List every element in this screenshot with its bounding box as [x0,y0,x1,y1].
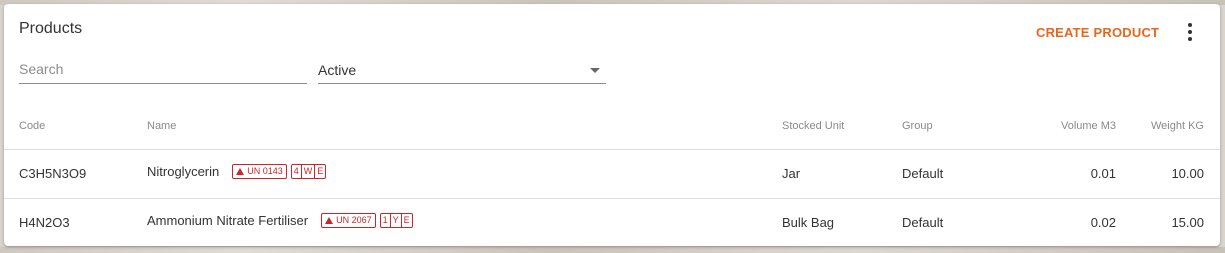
un-number-text: UN 2067 [336,215,372,225]
caret-down-icon [590,68,600,73]
hazard-code: 4 [292,165,302,178]
column-header-volume[interactable]: Volume M3 [1016,120,1116,132]
un-number-badge: UN 2067 [321,213,376,228]
un-number-badge: UN 0143 [232,164,287,179]
un-number-text: UN 0143 [247,166,283,176]
warning-icon [325,217,334,224]
status-select-value: Active [318,62,357,78]
search-input[interactable] [19,57,307,81]
cell-volume: 0.02 [1090,215,1116,230]
cell-name: Ammonium Nitrate Fertiliser UN 2067 1 Y … [147,213,413,228]
product-name: Ammonium Nitrate Fertiliser [147,213,309,228]
cell-name: Nitroglycerin UN 0143 4 W E [147,164,327,179]
cell-code: C3H5N3O9 [19,166,87,181]
hazard-code: W [302,165,316,178]
products-card: Products CREATE PRODUCT Active Code Name… [4,4,1220,246]
cell-stocked-unit: Bulk Bag [782,215,835,230]
status-select[interactable]: Active [318,57,606,84]
hazard-code: 1 [381,214,391,227]
background-bottom [0,247,1225,253]
hazard-code: E [403,215,410,225]
cell-code: H4N2O3 [19,215,70,230]
column-header-group[interactable]: Group [902,120,933,132]
hazard-code: E [317,166,324,176]
cell-volume: 0.01 [1090,166,1116,181]
more-vertical-icon[interactable] [1176,18,1204,46]
product-name: Nitroglycerin [147,164,220,179]
table-row[interactable]: H4N2O3 Ammonium Nitrate Fertiliser UN 20… [4,198,1220,246]
column-header-code[interactable]: Code [19,120,45,132]
column-header-weight[interactable]: Weight KG [1104,120,1204,132]
cell-weight: 15.00 [1171,215,1204,230]
table-row[interactable]: C3H5N3O9 Nitroglycerin UN 0143 4 W E Jar… [4,149,1220,197]
cell-group: Default [902,215,944,230]
column-header-name[interactable]: Name [147,120,176,132]
column-header-stocked-unit[interactable]: Stocked Unit [782,120,844,132]
cell-weight: 10.00 [1171,166,1204,181]
create-product-button[interactable]: CREATE PRODUCT [1030,17,1165,47]
hazard-code: Y [391,214,402,227]
page-title: Products [19,20,83,37]
cell-stocked-unit: Jar [782,166,801,181]
search-field[interactable] [19,57,307,84]
hazard-code-badge: 1 Y E [379,213,413,228]
hazard-code-badge: 4 W E [290,164,327,179]
warning-icon [236,168,245,175]
cell-group: Default [902,166,944,181]
